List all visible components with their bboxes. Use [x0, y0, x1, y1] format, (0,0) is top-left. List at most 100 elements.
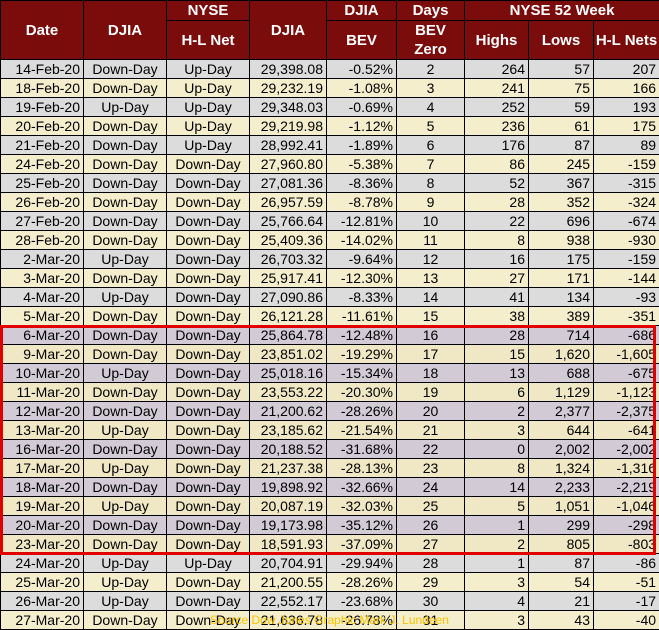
cell-nyse-hl-net: Down-Day	[167, 402, 250, 421]
cell-lows: 389	[529, 307, 594, 326]
cell-djia-day: Down-Day	[84, 231, 167, 250]
cell-highs: 16	[465, 250, 529, 269]
header-djia-bev: DJIA	[327, 1, 397, 21]
cell-hl-nets: 166	[594, 79, 659, 98]
cell-djia-day: Up-Day	[84, 573, 167, 592]
cell-hl-nets: 89	[594, 136, 659, 155]
table-row: 13-Mar-20Up-DayDown-Day23,185.62-21.54%2…	[1, 421, 659, 440]
table-row: 17-Mar-20Up-DayDown-Day21,237.38-28.13%2…	[1, 459, 659, 478]
cell-date: 20-Mar-20	[1, 516, 84, 535]
data-table-container: Date DJIA NYSE DJIA DJIA Days NYSE 52 We…	[0, 0, 659, 630]
cell-djia-close: 19,898.92	[250, 478, 327, 497]
cell-highs: 0	[465, 440, 529, 459]
cell-djia-close: 20,704.91	[250, 554, 327, 573]
cell-days-bev-zero: 4	[397, 98, 465, 117]
table-row: 9-Mar-20Down-DayDown-Day23,851.02-19.29%…	[1, 345, 659, 364]
cell-djia-bev: -8.33%	[327, 288, 397, 307]
cell-highs: 3	[465, 421, 529, 440]
cell-djia-close: 22,552.17	[250, 592, 327, 611]
cell-djia-bev: -0.52%	[327, 60, 397, 79]
cell-djia-day: Up-Day	[84, 98, 167, 117]
table-row: 10-Mar-20Up-DayDown-Day25,018.16-15.34%1…	[1, 364, 659, 383]
cell-days-bev-zero: 8	[397, 174, 465, 193]
cell-date: 17-Mar-20	[1, 459, 84, 478]
cell-lows: 696	[529, 212, 594, 231]
cell-days-bev-zero: 29	[397, 573, 465, 592]
cell-djia-day: Up-Day	[84, 497, 167, 516]
cell-djia-day: Down-Day	[84, 345, 167, 364]
cell-nyse-hl-net: Down-Day	[167, 193, 250, 212]
cell-djia-close: 23,851.02	[250, 345, 327, 364]
cell-djia-close: 28,992.41	[250, 136, 327, 155]
cell-hl-nets: -1,046	[594, 497, 659, 516]
cell-djia-close: 26,121.28	[250, 307, 327, 326]
cell-days-bev-zero: 28	[397, 554, 465, 573]
cell-days-bev-zero: 11	[397, 231, 465, 250]
cell-lows: 57	[529, 60, 594, 79]
cell-days-bev-zero: 17	[397, 345, 465, 364]
table-row: 20-Feb-20Down-DayUp-Day29,219.98-1.12%52…	[1, 117, 659, 136]
cell-highs: 14	[465, 478, 529, 497]
cell-highs: 41	[465, 288, 529, 307]
cell-highs: 241	[465, 79, 529, 98]
cell-date: 24-Feb-20	[1, 155, 84, 174]
cell-djia-day: Down-Day	[84, 117, 167, 136]
cell-nyse-hl-net: Down-Day	[167, 421, 250, 440]
cell-hl-nets: 207	[594, 60, 659, 79]
cell-djia-bev: -5.38%	[327, 155, 397, 174]
cell-djia-day: Down-Day	[84, 212, 167, 231]
cell-djia-bev: -8.36%	[327, 174, 397, 193]
cell-nyse-hl-net: Up-Day	[167, 554, 250, 573]
table-row: 27-Feb-20Down-DayDown-Day25,766.64-12.81…	[1, 212, 659, 231]
header-hl-net: H-L Net	[167, 21, 250, 60]
cell-date: 16-Mar-20	[1, 440, 84, 459]
cell-djia-close: 29,398.08	[250, 60, 327, 79]
cell-hl-nets: -17	[594, 592, 659, 611]
cell-hl-nets: -315	[594, 174, 659, 193]
cell-djia-day: Down-Day	[84, 136, 167, 155]
cell-hl-nets: -2,219	[594, 478, 659, 497]
cell-djia-bev: -35.12%	[327, 516, 397, 535]
cell-date: 2-Mar-20	[1, 250, 84, 269]
cell-date: 4-Mar-20	[1, 288, 84, 307]
cell-djia-bev: -32.66%	[327, 478, 397, 497]
cell-nyse-hl-net: Up-Day	[167, 117, 250, 136]
cell-djia-close: 27,090.86	[250, 288, 327, 307]
cell-lows: 61	[529, 117, 594, 136]
cell-nyse-hl-net: Up-Day	[167, 79, 250, 98]
cell-hl-nets: -641	[594, 421, 659, 440]
cell-djia-day: Down-Day	[84, 269, 167, 288]
cell-nyse-hl-net: Down-Day	[167, 345, 250, 364]
cell-djia-close: 23,553.22	[250, 383, 327, 402]
cell-days-bev-zero: 5	[397, 117, 465, 136]
cell-date: 26-Feb-20	[1, 193, 84, 212]
cell-date: 26-Mar-20	[1, 592, 84, 611]
cell-djia-close: 29,219.98	[250, 117, 327, 136]
cell-nyse-hl-net: Up-Day	[167, 98, 250, 117]
cell-date: 10-Mar-20	[1, 364, 84, 383]
cell-highs: 236	[465, 117, 529, 136]
cell-djia-bev: -28.26%	[327, 402, 397, 421]
cell-lows: 134	[529, 288, 594, 307]
cell-hl-nets: -86	[594, 554, 659, 573]
cell-days-bev-zero: 16	[397, 326, 465, 345]
cell-djia-close: 29,232.19	[250, 79, 327, 98]
cell-date: 5-Mar-20	[1, 307, 84, 326]
cell-highs: 86	[465, 155, 529, 174]
table-row: 21-Feb-20Down-DayUp-Day28,992.41-1.89%61…	[1, 136, 659, 155]
cell-date: 19-Feb-20	[1, 98, 84, 117]
cell-lows: 1,324	[529, 459, 594, 478]
cell-date: 18-Feb-20	[1, 79, 84, 98]
table-row: 4-Mar-20Up-DayDown-Day27,090.86-8.33%144…	[1, 288, 659, 307]
cell-djia-day: Down-Day	[84, 402, 167, 421]
cell-djia-day: Down-Day	[84, 79, 167, 98]
cell-highs: 8	[465, 231, 529, 250]
cell-highs: 176	[465, 136, 529, 155]
cell-highs: 15	[465, 345, 529, 364]
cell-highs: 264	[465, 60, 529, 79]
cell-lows: 21	[529, 592, 594, 611]
cell-nyse-hl-net: Down-Day	[167, 535, 250, 554]
cell-djia-close: 25,917.41	[250, 269, 327, 288]
cell-djia-day: Up-Day	[84, 288, 167, 307]
cell-djia-close: 20,188.52	[250, 440, 327, 459]
